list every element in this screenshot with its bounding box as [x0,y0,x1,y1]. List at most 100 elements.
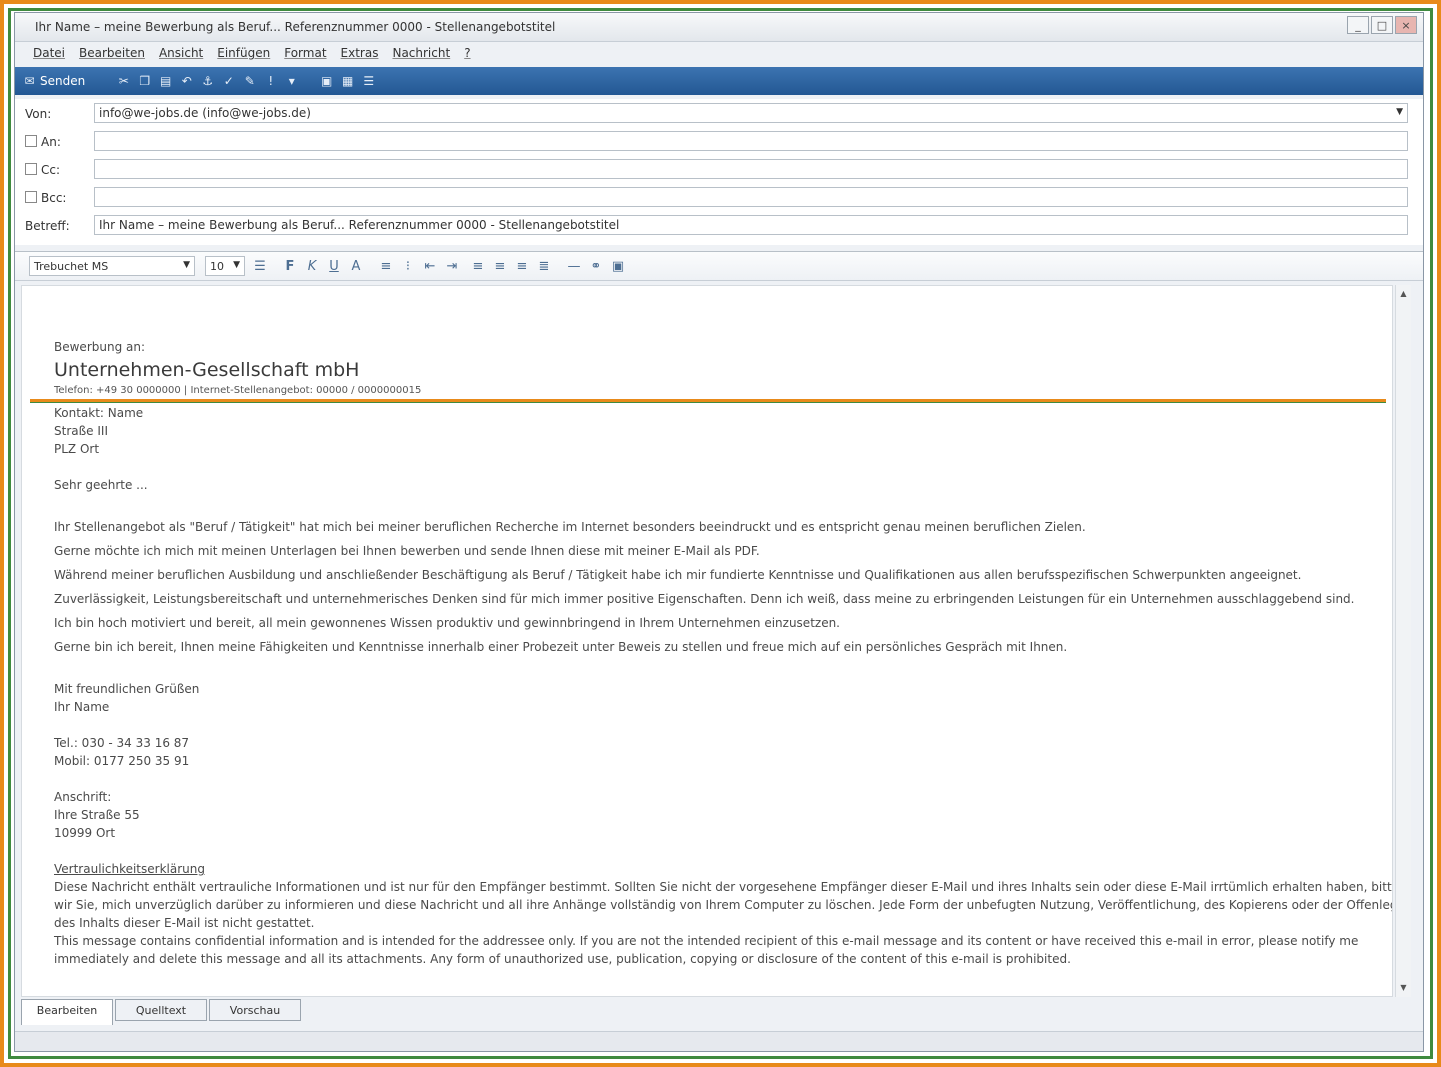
scroll-down-icon[interactable]: ▼ [1396,981,1411,995]
tab-bearbeiten[interactable]: Bearbeiten [21,999,113,1025]
chevron-down-icon[interactable]: ▼ [1396,107,1403,117]
menu-nachricht[interactable]: Nachricht [392,46,450,60]
to-row: An: [15,129,1408,155]
send-label: Senden [40,74,86,88]
menu-extras[interactable]: Extras [341,46,379,60]
subject-label: Betreff: [25,219,70,233]
tab-vorschau[interactable]: Vorschau [209,999,301,1021]
to-label-text: An: [41,135,61,149]
disclaimer-line-3: des Inhalts dieser E-Mail ist nicht gest… [54,916,315,930]
spellcheck-icon[interactable]: ✎ [243,74,256,88]
window-controls: _ □ × [1347,16,1417,34]
message-body-editor[interactable]: Bewerbung an: Unternehmen-Gesellschaft m… [21,285,1393,997]
check-icon[interactable]: ✓ [222,74,235,88]
align-left-icon[interactable]: ≡ [471,259,485,274]
green-divider [30,402,1386,403]
send-icon: ✉ [24,73,35,88]
paragraph-2: Gerne möchte ich mich mit meinen Unterla… [54,544,760,558]
company-name: Unternehmen-Gesellschaft mbH [54,359,360,381]
horizontal-rule-icon[interactable]: — [567,259,581,274]
bcc-row: Bcc: [15,185,1408,211]
cc-label[interactable]: Cc: [25,163,60,177]
paragraph-style-icon[interactable]: ☰ [253,259,267,274]
from-value: info@we-jobs.de (info@we-jobs.de) [99,106,311,120]
priority-icon[interactable]: ! [264,74,277,88]
disclaimer-line-2: wir Sie, mich unverzüglich darüber zu in… [54,898,1393,912]
addressbook-icon [25,191,37,203]
bullet-list-icon[interactable]: ⁝ [401,259,415,274]
bcc-label[interactable]: Bcc: [25,191,66,205]
editor-scrollbar[interactable]: ▲ ▼ [1395,285,1411,997]
from-label: Von: [25,107,52,121]
from-select[interactable]: info@we-jobs.de (info@we-jobs.de) ▼ [94,103,1408,123]
menu-datei[interactable]: Datei [33,46,65,60]
sign-icon[interactable]: ▾ [285,74,298,88]
close-button[interactable]: × [1395,16,1417,34]
chevron-down-icon[interactable]: ▼ [183,260,190,270]
copy-icon[interactable]: ❐ [138,74,151,88]
send-button[interactable]: ✉ Senden [23,74,85,88]
message-header: Von: info@we-jobs.de (info@we-jobs.de) ▼… [15,99,1423,245]
subject-row: Betreff: Ihr Name – meine Bewerbung als … [15,213,1408,239]
disclaimer-line-1: Diese Nachricht enthält vertrauliche Inf… [54,880,1393,894]
disclaimer-line-5: immediately and delete this message and … [54,952,1071,966]
paragraph-1: Ihr Stellenangebot als "Beruf / Tätigkei… [54,520,1086,534]
options-icon[interactable]: ☰ [362,74,375,88]
minimize-button[interactable]: _ [1347,16,1369,34]
salutation: Sehr geehrte ... [54,478,148,492]
subject-field[interactable]: Ihr Name – meine Bewerbung als Beruf... … [94,215,1408,235]
addressbook-icon [25,135,37,147]
align-center-icon[interactable]: ≡ [493,259,507,274]
attach-icon[interactable]: ⚓ [201,74,214,88]
insert-image-icon[interactable]: ▣ [611,259,625,274]
tab-quelltext[interactable]: Quelltext [115,999,207,1021]
font-family-select[interactable]: Trebuchet MS ▼ [29,256,195,276]
intro-line: Bewerbung an: [54,340,146,354]
address-city: 10999 Ort [54,826,116,840]
closing: Mit freundlichen Grüßen [54,682,200,696]
chevron-down-icon[interactable]: ▼ [233,260,240,270]
cc-field[interactable] [94,159,1408,179]
title-bar: Ihr Name – meine Bewerbung als Beruf... … [15,13,1423,42]
menu-einfuegen[interactable]: Einfügen [217,46,270,60]
signature-name: Ihr Name [54,700,110,714]
menu-help[interactable]: ? [464,46,470,60]
menu-bar: Datei Bearbeiten Ansicht Einfügen Format… [15,42,1423,64]
addressbook-icon[interactable]: ▦ [341,74,354,88]
underline-icon[interactable]: U [327,259,341,274]
font-size-select[interactable]: 10 ▼ [205,256,245,276]
to-field[interactable] [94,131,1408,151]
paste-icon[interactable]: ▤ [159,74,172,88]
to-label[interactable]: An: [25,135,61,149]
font-color-icon[interactable]: A [349,259,363,274]
mobile-line: Mobil: 0177 250 35 91 [54,754,190,768]
cut-icon[interactable]: ✂ [117,74,130,88]
from-row: Von: info@we-jobs.de (info@we-jobs.de) ▼ [15,101,1408,127]
undo-icon[interactable]: ↶ [180,74,193,88]
bold-icon[interactable]: F [283,259,297,274]
cc-row: Cc: [15,157,1408,183]
justify-icon[interactable]: ≣ [537,259,551,274]
maximize-button[interactable]: □ [1371,16,1393,34]
indent-icon[interactable]: ⇥ [445,259,459,274]
encrypt-icon[interactable]: ▣ [320,74,333,88]
align-right-icon[interactable]: ≡ [515,259,529,274]
menu-ansicht[interactable]: Ansicht [159,46,203,60]
city-line: PLZ Ort [54,442,100,456]
menu-format[interactable]: Format [284,46,326,60]
disclaimer-line-4: This message contains confidential infor… [54,934,1359,948]
status-bar [15,1031,1423,1051]
address-street: Ihre Straße 55 [54,808,140,822]
main-toolbar: ✉ Senden ✂ ❐ ▤ ↶ ⚓ ✓ ✎ ! ▾ ▣ ▦ ☰ [15,67,1423,95]
numbered-list-icon[interactable]: ≡ [379,259,393,274]
italic-icon[interactable]: K [305,259,319,274]
bcc-field[interactable] [94,187,1408,207]
scroll-up-icon[interactable]: ▲ [1396,287,1411,301]
disclaimer-title: Vertraulichkeitserklärung [54,862,205,876]
link-icon[interactable]: ⚭ [589,259,603,274]
outdent-icon[interactable]: ⇤ [423,259,437,274]
addressbook-icon [25,163,37,175]
paragraph-6: Gerne bin ich bereit, Ihnen meine Fähigk… [54,640,1068,654]
menu-bearbeiten[interactable]: Bearbeiten [79,46,145,60]
bcc-label-text: Bcc: [41,191,67,205]
